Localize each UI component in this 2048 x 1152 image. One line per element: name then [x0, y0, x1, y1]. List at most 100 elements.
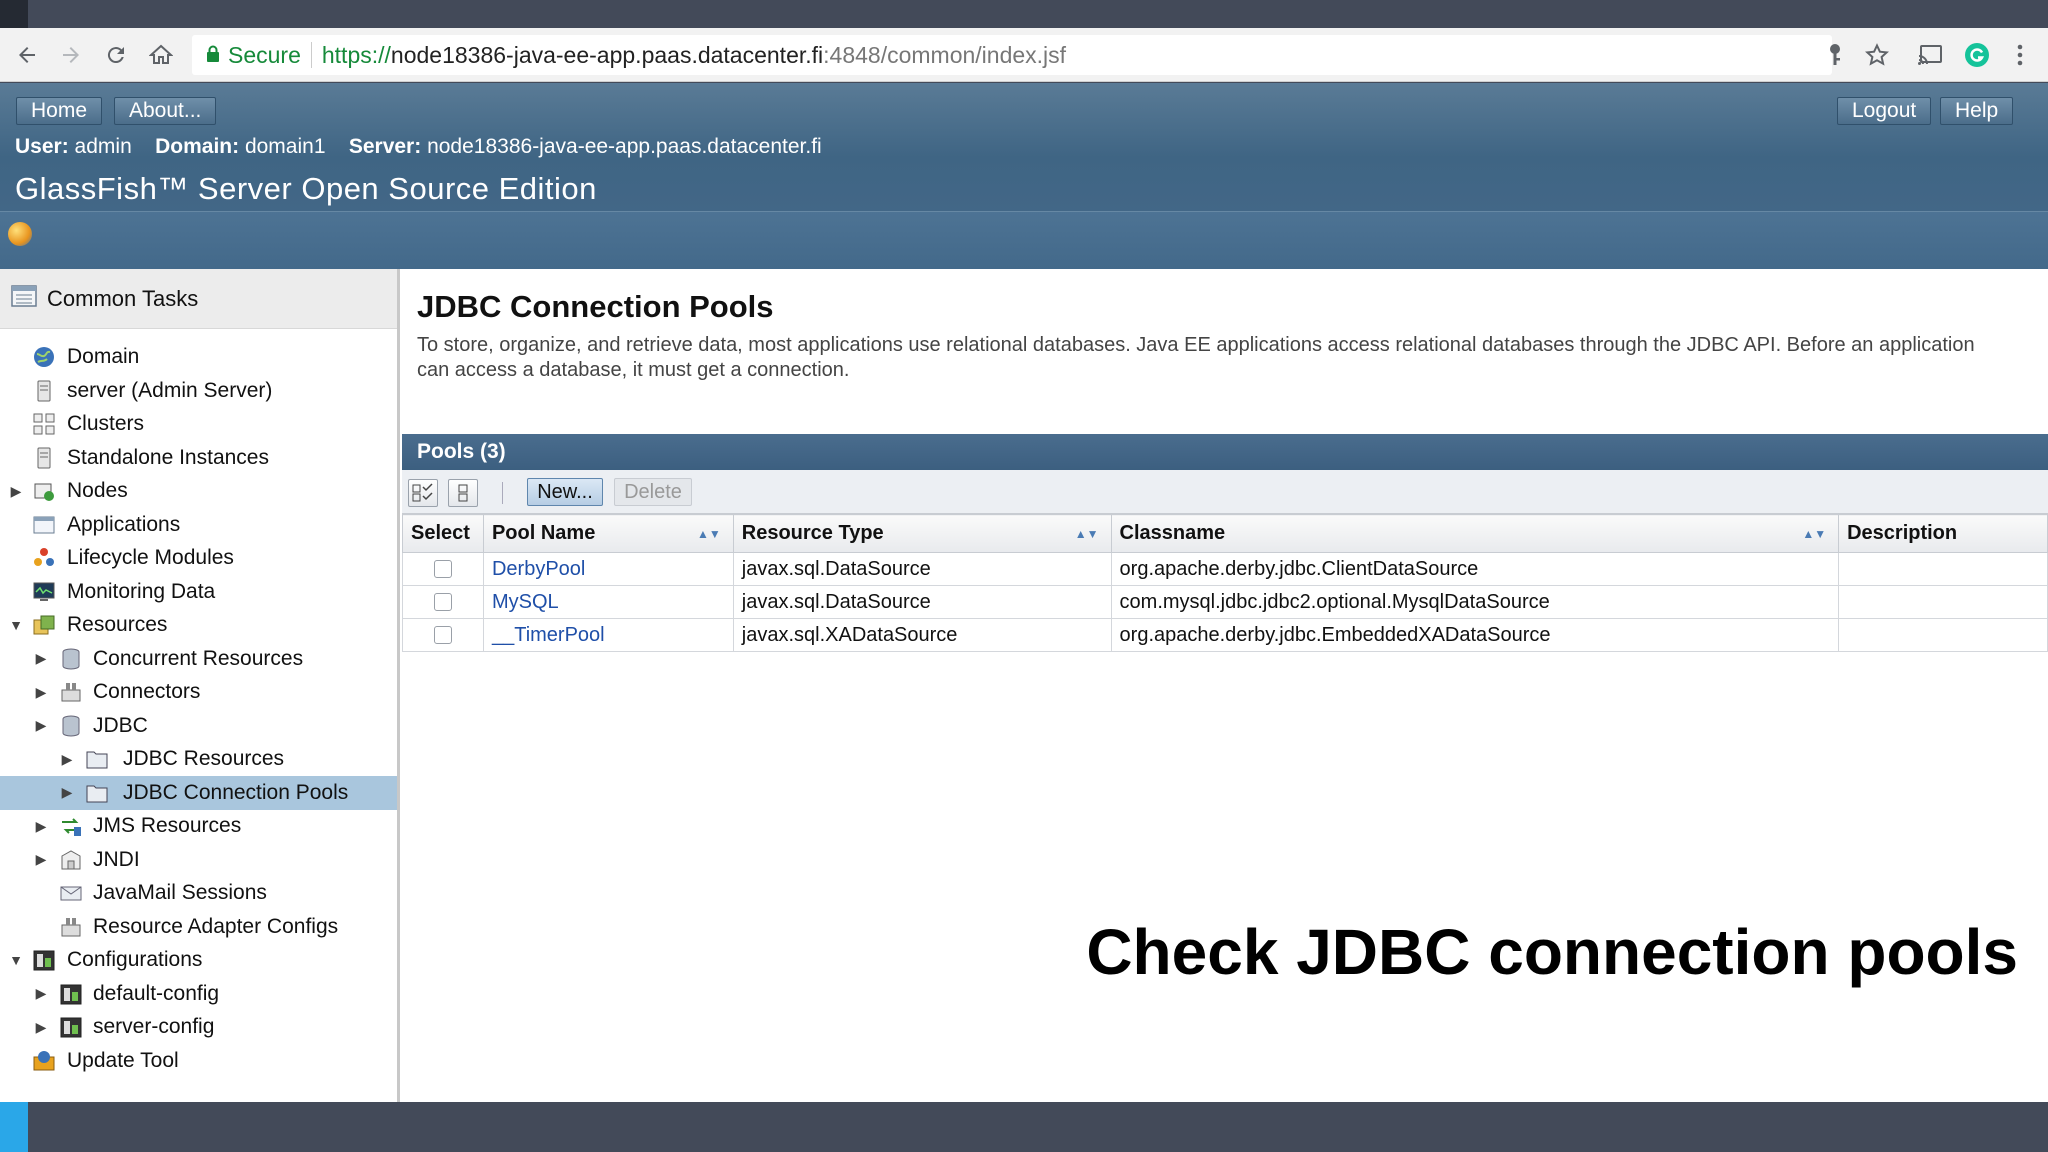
new-pool-button[interactable]: New...: [527, 478, 603, 506]
tree-item-concurrent-resources[interactable]: ▶ Concurrent Resources: [0, 642, 397, 676]
expand-icon[interactable]: ▶: [34, 1019, 48, 1036]
collapse-icon[interactable]: ▼: [9, 617, 23, 633]
home-button[interactable]: Home: [16, 97, 103, 125]
tree-item-clusters[interactable]: Clusters: [0, 407, 397, 441]
page-description: To store, organize, and retrieve data, m…: [417, 334, 1975, 381]
tree-item-applications[interactable]: Applications: [0, 508, 397, 542]
column-header-resource-type-label: Resource Type: [741, 522, 884, 544]
expand-icon[interactable]: ▶: [34, 717, 48, 734]
tree-item-lifecycle-modules[interactable]: Lifecycle Modules: [0, 541, 397, 575]
server-icon: [32, 446, 56, 470]
common-tasks-label: Common Tasks: [47, 285, 199, 311]
server-value: node18386-java-ee-app.paas.datacenter.fi: [427, 135, 822, 158]
tree-item-standalone-instances[interactable]: Standalone Instances: [0, 441, 397, 475]
connector-icon: [59, 915, 83, 939]
tree-item-connectors[interactable]: ▶ Connectors: [0, 675, 397, 709]
description-cell: [1838, 618, 2048, 652]
database-icon: [59, 647, 83, 671]
tree-item-javamail-sessions[interactable]: JavaMail Sessions: [0, 876, 397, 910]
expand-icon[interactable]: ▶: [34, 818, 48, 835]
sort-icon[interactable]: ▲▼: [1802, 527, 1826, 541]
column-header-description: Description: [1838, 514, 2048, 553]
config-icon: [59, 982, 83, 1006]
key-icon[interactable]: [1820, 40, 1850, 70]
expand-icon[interactable]: ▶: [34, 851, 48, 868]
nodes-icon: [32, 479, 56, 503]
tree-item-monitoring-data[interactable]: Monitoring Data: [0, 575, 397, 609]
server-key: Server:: [348, 135, 422, 158]
expand-icon[interactable]: ▶: [60, 751, 74, 768]
tree-item-nodes[interactable]: ▶ Nodes: [0, 474, 397, 508]
tree-item-jndi[interactable]: ▶ JNDI: [0, 843, 397, 877]
column-header-resource-type[interactable]: Resource Type ▲▼: [732, 514, 1112, 553]
tree-item-update-tool[interactable]: Update Tool: [0, 1044, 397, 1078]
expand-icon[interactable]: ▶: [34, 650, 48, 667]
tree-item-server[interactable]: server (Admin Server): [0, 374, 397, 408]
tree-item-configurations[interactable]: ▼ Configurations: [0, 943, 397, 977]
tree-item-default-config[interactable]: ▶ default-config: [0, 977, 397, 1011]
tree-item-resources[interactable]: ▼ Resources: [0, 608, 397, 642]
home-icon[interactable]: [146, 40, 176, 70]
deselect-all-icon[interactable]: [448, 479, 478, 507]
cast-icon[interactable]: [1915, 40, 1945, 70]
table-row: __TimerPool javax.sql.XADataSource org.a…: [402, 618, 2048, 652]
domain-key: Domain:: [155, 135, 240, 158]
select-all-icon[interactable]: [408, 479, 438, 507]
sort-icon[interactable]: ▲▼: [1075, 527, 1099, 541]
sync-icon[interactable]: [8, 222, 32, 246]
expand-icon[interactable]: ▶: [9, 483, 23, 500]
column-header-classname[interactable]: Classname ▲▼: [1110, 514, 1840, 553]
domain-value: domain1: [244, 135, 326, 158]
logout-button[interactable]: Logout: [1837, 97, 1932, 125]
grammarly-icon[interactable]: [1962, 40, 1992, 70]
column-header-classname-label: Classname: [1119, 522, 1226, 544]
tree-item-server-config[interactable]: ▶ server-config: [0, 1010, 397, 1044]
resources-icon: [32, 613, 56, 637]
star-icon[interactable]: [1862, 40, 1892, 70]
expand-icon[interactable]: ▶: [60, 784, 74, 801]
menu-icon[interactable]: [2005, 40, 2035, 70]
tree-item-label: Resource Adapter Configs: [93, 914, 339, 938]
common-tasks-header[interactable]: Common Tasks: [0, 269, 397, 329]
page-title: JDBC Connection Pools: [417, 289, 774, 324]
pool-name-link[interactable]: DerbyPool: [492, 558, 585, 580]
database-icon: [59, 714, 83, 738]
tree-item-jms-resources[interactable]: ▶ JMS Resources: [0, 809, 397, 843]
tree-item-label: JDBC Connection Pools: [123, 780, 349, 804]
row-select-checkbox[interactable]: [433, 593, 452, 611]
delete-pool-button[interactable]: Delete: [614, 478, 692, 506]
tree-item-label: server-config: [93, 1015, 215, 1038]
tree-item-label: Monitoring Data: [67, 579, 216, 603]
row-select-checkbox[interactable]: [433, 560, 452, 578]
column-header-pool-name[interactable]: Pool Name ▲▼: [482, 514, 734, 553]
row-select-checkbox[interactable]: [433, 626, 452, 644]
about-button[interactable]: About...: [114, 97, 217, 125]
table-row: MySQL javax.sql.DataSource com.mysql.jdb…: [402, 585, 2048, 619]
tree-item-label: Concurrent Resources: [93, 646, 304, 670]
help-button[interactable]: Help: [1940, 97, 2014, 125]
collapse-icon[interactable]: ▼: [9, 952, 23, 968]
classname-cell: org.apache.derby.jdbc.ClientDataSource: [1110, 552, 1840, 586]
reload-icon[interactable]: [101, 40, 131, 70]
forward-icon[interactable]: [56, 40, 86, 70]
tree-item-jdbc-resources[interactable]: ▶ JDBC Resources: [0, 742, 397, 776]
tree-item-label: Standalone Instances: [67, 445, 269, 469]
classname-cell: com.mysql.jdbc.jdbc2.optional.MysqlDataS…: [1110, 585, 1840, 619]
expand-icon[interactable]: ▶: [34, 684, 48, 701]
tree-item-jdbc[interactable]: ▶ JDBC: [0, 709, 397, 743]
tree-item-domain[interactable]: Domain: [0, 340, 397, 374]
pools-table: Select Pool Name ▲▼ Resource Type ▲▼ Class…: [402, 514, 2048, 652]
address-bar[interactable]: Secure https://node18386-java-ee-app.paa…: [192, 35, 1832, 75]
tree-item-resource-adapter-configs[interactable]: Resource Adapter Configs: [0, 910, 397, 944]
tree-item-label: server (Admin Server): [67, 378, 273, 402]
navigation-tree: Common Tasks Domain server (Admin Server)…: [0, 269, 400, 1102]
tree-item-jdbc-connection-pools[interactable]: ▶ JDBC Connection Pools: [0, 775, 397, 810]
pool-name-link[interactable]: MySQL: [492, 591, 559, 613]
resource-type-cell: javax.sql.DataSource: [732, 585, 1112, 619]
expand-icon[interactable]: ▶: [34, 985, 48, 1002]
config-icon: [32, 948, 56, 972]
sort-icon[interactable]: ▲▼: [697, 527, 721, 541]
pool-name-link[interactable]: __TimerPool: [492, 624, 605, 646]
resource-type-cell: javax.sql.XADataSource: [732, 618, 1112, 652]
back-icon[interactable]: [12, 40, 42, 70]
